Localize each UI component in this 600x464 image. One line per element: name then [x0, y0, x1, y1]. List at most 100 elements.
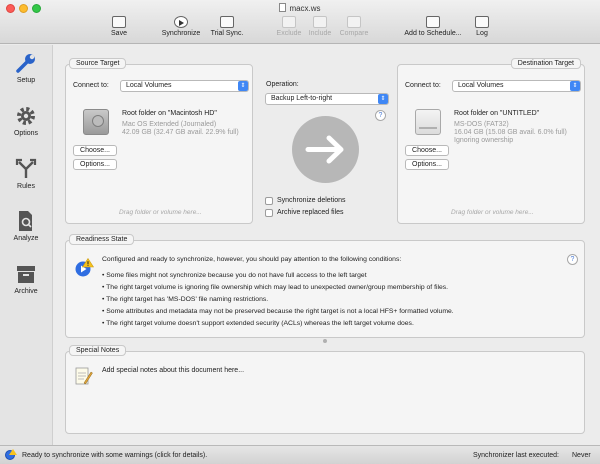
destination-detail-format: MS-DOS (FAT32): [454, 121, 509, 128]
sidebar-item-archive[interactable]: Archive: [0, 263, 52, 295]
source-choose-button[interactable]: Choose...: [73, 145, 117, 156]
calendar-icon: [426, 16, 440, 28]
source-folder-title: Root folder on "Macintosh HD": [122, 110, 217, 117]
log-button[interactable]: Log: [472, 16, 492, 37]
toolbar: macx.ws Save Synchronize Trial Sync. Exc…: [0, 0, 600, 44]
readiness-bullet: • The right target volume doesn't suppor…: [102, 320, 414, 327]
readiness-help-button[interactable]: ?: [567, 254, 578, 265]
source-target-tab: Source Target: [69, 58, 127, 69]
sidebar-item-label: Analyze: [13, 235, 39, 242]
sidebar: Setup Options Rules Analyze Archive: [0, 45, 53, 445]
notepad-pencil-icon: [75, 366, 93, 385]
archive-box-icon: [15, 263, 37, 285]
readiness-bullet: • The right target volume is ignoring fi…: [102, 284, 449, 291]
sidebar-item-analyze[interactable]: Analyze: [0, 210, 52, 242]
save-button[interactable]: Save: [108, 16, 130, 37]
direction-arrow-icon: [292, 116, 359, 183]
chevron-updown-icon: ⇕: [378, 94, 388, 104]
exclude-icon: [282, 16, 296, 28]
save-label: Save: [111, 30, 127, 37]
trial-sync-button[interactable]: Trial Sync.: [207, 16, 247, 37]
status-bar[interactable]: Ready to synchronize with some warnings …: [0, 445, 600, 464]
archive-replaced-checkbox[interactable]: [265, 209, 273, 217]
destination-target-panel: Destination Target Connect to: Local Vol…: [397, 58, 585, 224]
last-executed-label: Synchronizer last executed:: [473, 452, 559, 459]
window-title-text: macx.ws: [289, 4, 321, 13]
sidebar-item-label: Setup: [16, 77, 36, 84]
play-icon: [174, 16, 188, 28]
source-connect-value: Local Volumes: [126, 82, 172, 89]
fork-arrows-icon: [15, 158, 37, 180]
source-detail-capacity: 42.09 GB (32.47 GB avail. 22.9% full): [122, 129, 239, 136]
sidebar-item-setup[interactable]: Setup: [0, 52, 52, 84]
source-target-panel: Source Target Connect to: Local Volumes …: [65, 58, 253, 224]
operation-value: Backup Left-to-right: [271, 95, 333, 102]
readiness-bullet: • The right target has 'MS-DOS' file nam…: [102, 296, 269, 303]
include-label: Include: [308, 30, 332, 37]
destination-connect-value: Local Volumes: [458, 82, 504, 89]
operation-help-button[interactable]: ?: [375, 110, 386, 121]
include-icon: [313, 16, 327, 28]
save-icon: [112, 16, 126, 28]
source-drop-hint: Drag folder or volume here...: [119, 209, 202, 216]
archive-replaced-label: Archive replaced files: [277, 209, 344, 216]
window-title: macx.ws: [0, 3, 600, 13]
destination-connect-label: Connect to:: [405, 82, 441, 89]
source-connect-select[interactable]: Local Volumes ⇕: [120, 80, 249, 92]
exclude-label: Exclude: [276, 30, 302, 37]
special-notes-panel: Special Notes Add special notes about th…: [65, 345, 585, 434]
destination-connect-select[interactable]: Local Volumes ⇕: [452, 80, 581, 92]
sidebar-item-label: Rules: [17, 183, 35, 190]
document-icon: [279, 3, 287, 12]
chevron-updown-icon: ⇕: [570, 81, 580, 91]
trial-sync-icon: [220, 16, 234, 28]
hard-drive-icon: [83, 109, 109, 135]
source-detail-format: Mac OS Extended (Journaled): [122, 121, 217, 128]
compare-icon: [347, 16, 361, 28]
chevron-updown-icon: ⇕: [238, 81, 248, 91]
operation-label: Operation:: [266, 81, 299, 88]
sidebar-item-options[interactable]: Options: [0, 105, 52, 137]
add-to-schedule-label: Add to Schedule...: [404, 30, 462, 37]
compare-button[interactable]: Compare: [337, 16, 371, 37]
log-icon: [475, 16, 489, 28]
sidebar-item-label: Archive: [14, 288, 38, 295]
wrench-icon: [15, 52, 37, 74]
readiness-bullet: • Some attributes and metadata may not b…: [102, 308, 454, 315]
synchronize-button[interactable]: Synchronize: [158, 16, 204, 37]
readiness-state-tab: Readiness State: [69, 234, 135, 245]
destination-detail-ownership: Ignoring ownership: [454, 137, 514, 144]
special-notes-text-area[interactable]: Add special notes about this document he…: [102, 367, 244, 374]
include-button[interactable]: Include: [306, 16, 334, 37]
readiness-headline: Configured and ready to synchronize, how…: [102, 256, 402, 263]
destination-drop-hint: Drag folder or volume here...: [451, 209, 534, 216]
source-connect-label: Connect to:: [73, 82, 109, 89]
sync-deletions-checkbox[interactable]: [265, 197, 273, 205]
destination-choose-button[interactable]: Choose...: [405, 145, 449, 156]
destination-target-tab: Destination Target: [510, 58, 581, 69]
readiness-state-panel: Readiness State Configured and ready to …: [65, 234, 585, 338]
exclude-button[interactable]: Exclude: [275, 16, 303, 37]
source-options-button[interactable]: Options...: [73, 159, 117, 170]
sidebar-item-label: Options: [13, 130, 39, 137]
operation-select[interactable]: Backup Left-to-right ⇕: [265, 93, 389, 105]
log-label: Log: [476, 30, 488, 37]
trial-sync-label: Trial Sync.: [210, 30, 244, 37]
destination-folder-title: Root folder on "UNTITLED": [454, 110, 540, 117]
last-executed-value: Never: [572, 452, 591, 459]
compare-label: Compare: [339, 30, 369, 37]
warning-play-icon: [5, 449, 17, 460]
add-to-schedule-button[interactable]: Add to Schedule...: [400, 16, 466, 37]
gear-icon: [15, 105, 37, 127]
synchronize-label: Synchronize: [161, 30, 201, 37]
external-drive-icon: [415, 109, 441, 135]
sidebar-item-rules[interactable]: Rules: [0, 158, 52, 190]
document-search-icon: [15, 210, 37, 232]
destination-detail-capacity: 16.04 GB (15.08 GB avail. 6.0% full): [454, 129, 567, 136]
status-message[interactable]: Ready to synchronize with some warnings …: [22, 452, 207, 459]
split-view-handle[interactable]: [323, 339, 327, 343]
destination-options-button[interactable]: Options...: [405, 159, 449, 170]
warning-status-icon: [74, 257, 95, 277]
special-notes-tab: Special Notes: [69, 345, 127, 356]
app-window: macx.ws Save Synchronize Trial Sync. Exc…: [0, 0, 600, 464]
